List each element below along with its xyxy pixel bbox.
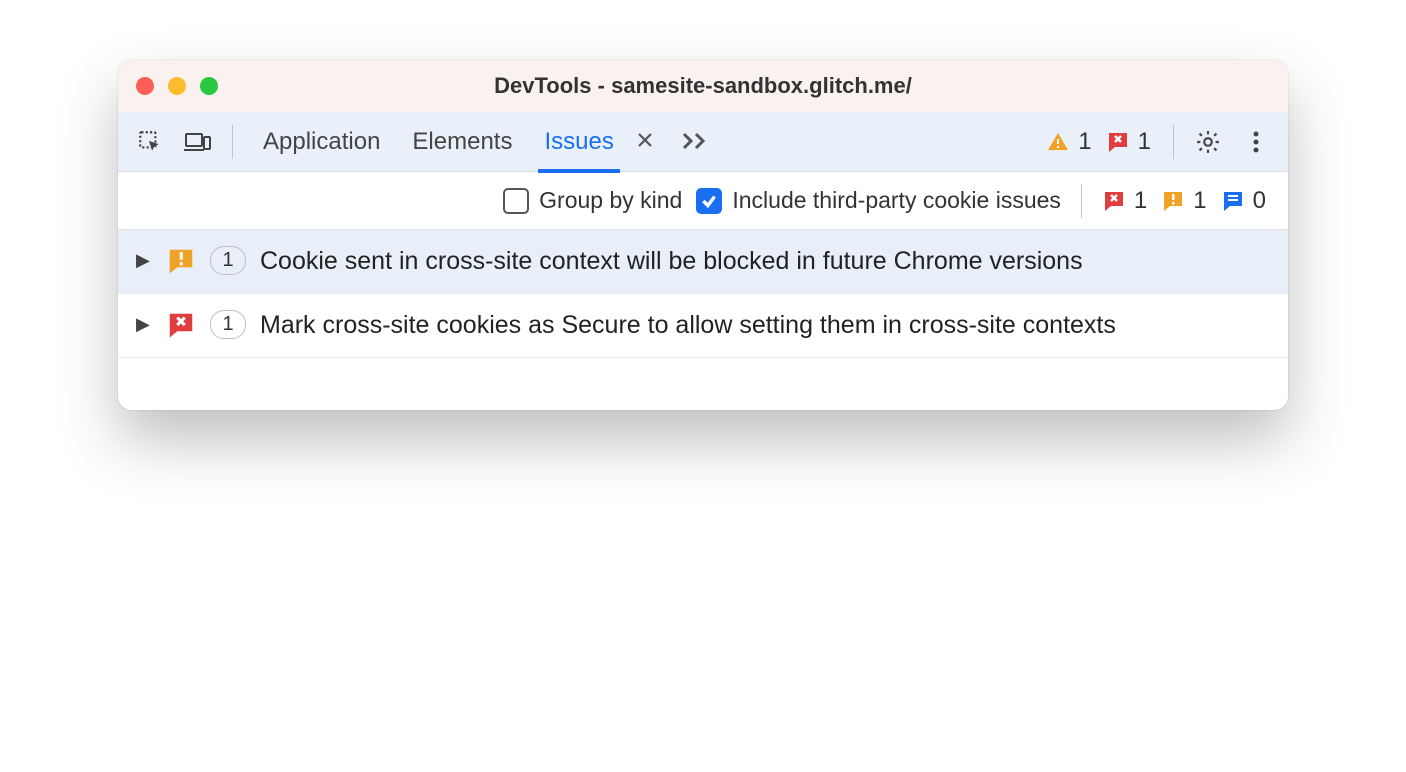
error-badge-icon [166, 310, 196, 340]
filter-error-count: 1 [1134, 187, 1147, 215]
settings-gear-icon[interactable] [1188, 122, 1228, 162]
maximize-window-button[interactable] [200, 77, 218, 95]
filter-warning-count: 1 [1193, 187, 1206, 215]
titlebar: DevTools - samesite-sandbox.glitch.me/ [118, 60, 1288, 112]
checkbox-checked-icon[interactable] [696, 188, 722, 214]
issue-row[interactable]: ▶ 1 Mark cross-site cookies as Secure to… [118, 294, 1288, 358]
issue-count-pill: 1 [210, 246, 246, 275]
expand-chevron-icon[interactable]: ▶ [136, 250, 152, 271]
more-tabs-icon[interactable] [682, 126, 710, 157]
separator [1173, 125, 1174, 159]
tab-issues[interactable]: Issues [542, 114, 615, 170]
devtools-window: DevTools - samesite-sandbox.glitch.me/ A… [118, 60, 1288, 410]
issue-row[interactable]: ▶ 1 Cookie sent in cross-site context wi… [118, 230, 1288, 294]
panel-tabs: Application Elements Issues [261, 114, 710, 170]
minimize-window-button[interactable] [168, 77, 186, 95]
main-toolbar: Application Elements Issues [118, 112, 1288, 172]
warning-triangle-icon[interactable] [1046, 130, 1070, 154]
group-by-kind-option[interactable]: Group by kind [503, 187, 682, 214]
separator [1081, 184, 1082, 218]
issues-list: ▶ 1 Cookie sent in cross-site context wi… [118, 230, 1288, 410]
device-toggle-icon[interactable] [178, 122, 218, 162]
issue-count-pill: 1 [210, 310, 246, 339]
issue-title: Mark cross-site cookies as Secure to all… [260, 308, 1272, 343]
filter-info-count: 0 [1253, 187, 1266, 215]
error-count: 1 [1138, 128, 1151, 156]
tab-elements[interactable]: Elements [410, 114, 514, 170]
kebab-menu-icon[interactable] [1236, 122, 1276, 162]
error-badge-icon[interactable] [1106, 130, 1130, 154]
window-controls [136, 77, 218, 95]
close-tab-icon[interactable] [636, 129, 654, 155]
info-badge-icon[interactable] [1221, 189, 1245, 213]
toolbar-status-counts: 1 1 [1046, 128, 1159, 156]
issue-title: Cookie sent in cross-site context will b… [260, 244, 1272, 279]
warning-badge-icon[interactable] [1161, 189, 1185, 213]
warning-count: 1 [1078, 128, 1091, 156]
window-title: DevTools - samesite-sandbox.glitch.me/ [118, 73, 1288, 99]
tab-application[interactable]: Application [261, 114, 382, 170]
checkbox-unchecked-icon[interactable] [503, 188, 529, 214]
expand-chevron-icon[interactable]: ▶ [136, 314, 152, 335]
close-window-button[interactable] [136, 77, 154, 95]
filter-counts: 1 1 0 [1102, 187, 1274, 215]
issues-filter-bar: Group by kind Include third-party cookie… [118, 172, 1288, 230]
include-third-party-label: Include third-party cookie issues [732, 187, 1061, 214]
inspect-element-icon[interactable] [130, 122, 170, 162]
include-third-party-option[interactable]: Include third-party cookie issues [696, 187, 1061, 214]
warning-badge-icon [166, 246, 196, 276]
group-by-kind-label: Group by kind [539, 187, 682, 214]
separator [232, 125, 233, 159]
error-badge-icon[interactable] [1102, 189, 1126, 213]
